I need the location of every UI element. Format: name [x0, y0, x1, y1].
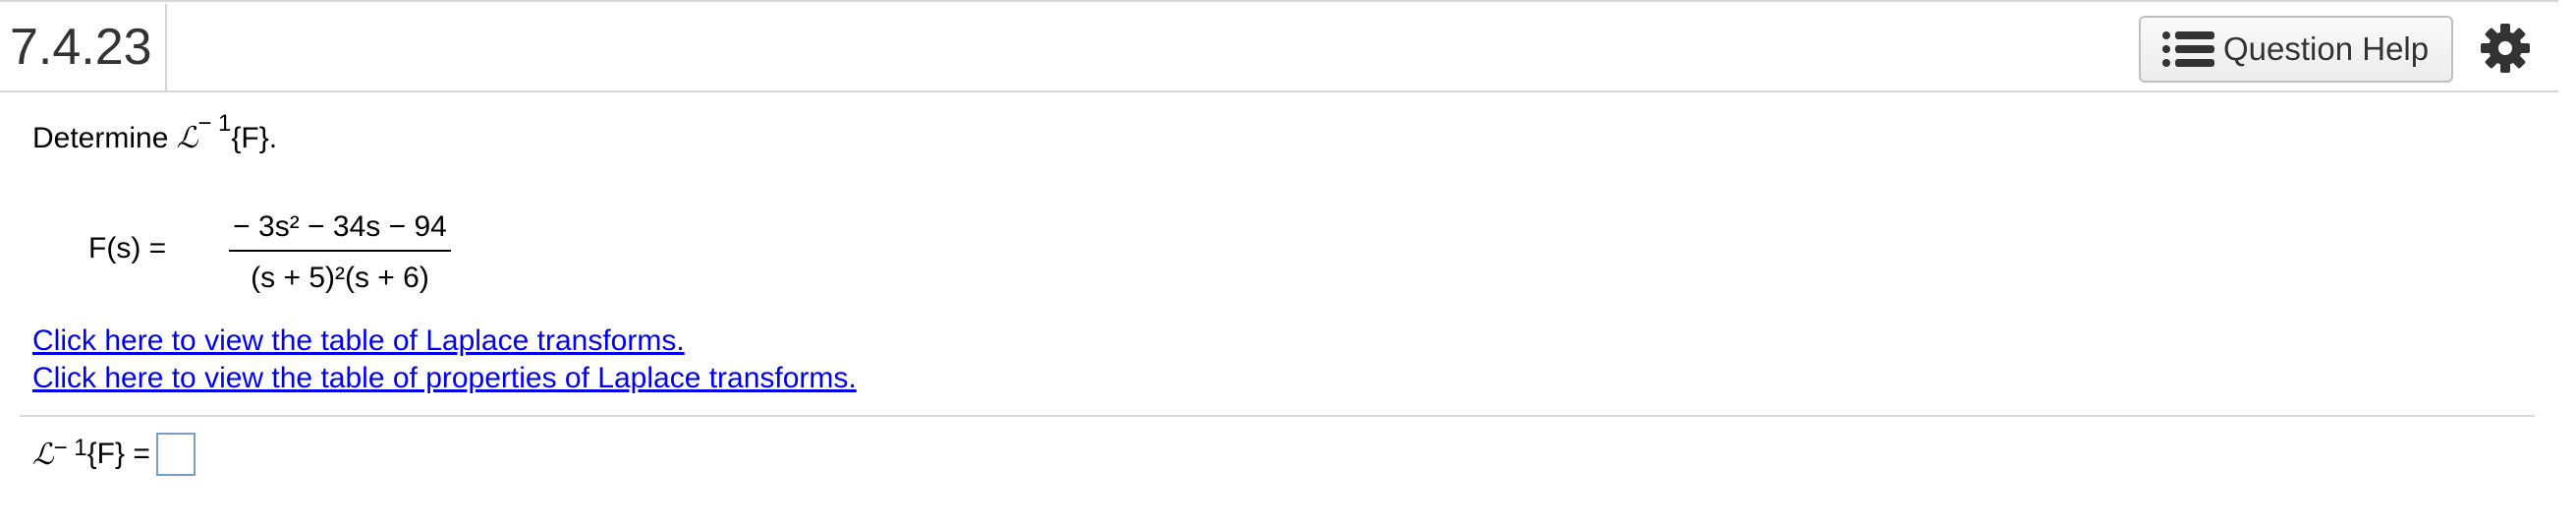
numerator: − 3s² − 34s − 94	[233, 210, 447, 243]
top-bar: 7.4.23 Question Help	[0, 0, 2558, 92]
prompt-arg: {F}.	[231, 122, 278, 154]
question-number: 7.4.23	[0, 4, 167, 90]
answer-laplace-symbol: ℒ	[32, 437, 54, 472]
inverse-superscript: − 1	[197, 110, 232, 137]
answer-input[interactable]	[155, 433, 196, 476]
fraction-bar	[229, 250, 451, 252]
equation-lhs: F(s) =	[88, 232, 167, 264]
divider	[20, 415, 2535, 417]
properties-table-link[interactable]: Click here to view the table of properti…	[32, 362, 857, 395]
laplace-table-link[interactable]: Click here to view the table of Laplace …	[32, 324, 685, 358]
denominator: (s + 5)²(s + 6)	[251, 262, 429, 294]
answer-lhs: {F} =	[86, 438, 150, 470]
question-help-button[interactable]: Question Help	[2139, 16, 2453, 83]
prompt-word: Determine	[32, 122, 177, 154]
transfer-function: F(s) = − 3s² − 34s − 94 (s + 5)²(s + 6)	[88, 197, 462, 305]
laplace-symbol: ℒ	[176, 121, 198, 155]
gear-icon[interactable]	[2479, 22, 2532, 75]
question-help-label: Question Help	[2223, 30, 2430, 67]
fraction: − 3s² − 34s − 94 (s + 5)²(s + 6)	[229, 197, 451, 303]
list-icon	[2162, 29, 2215, 69]
answer-row: ℒ − 1 {F} =	[32, 433, 196, 476]
problem-prompt: Determine ℒ− 1{F}.	[32, 112, 278, 156]
